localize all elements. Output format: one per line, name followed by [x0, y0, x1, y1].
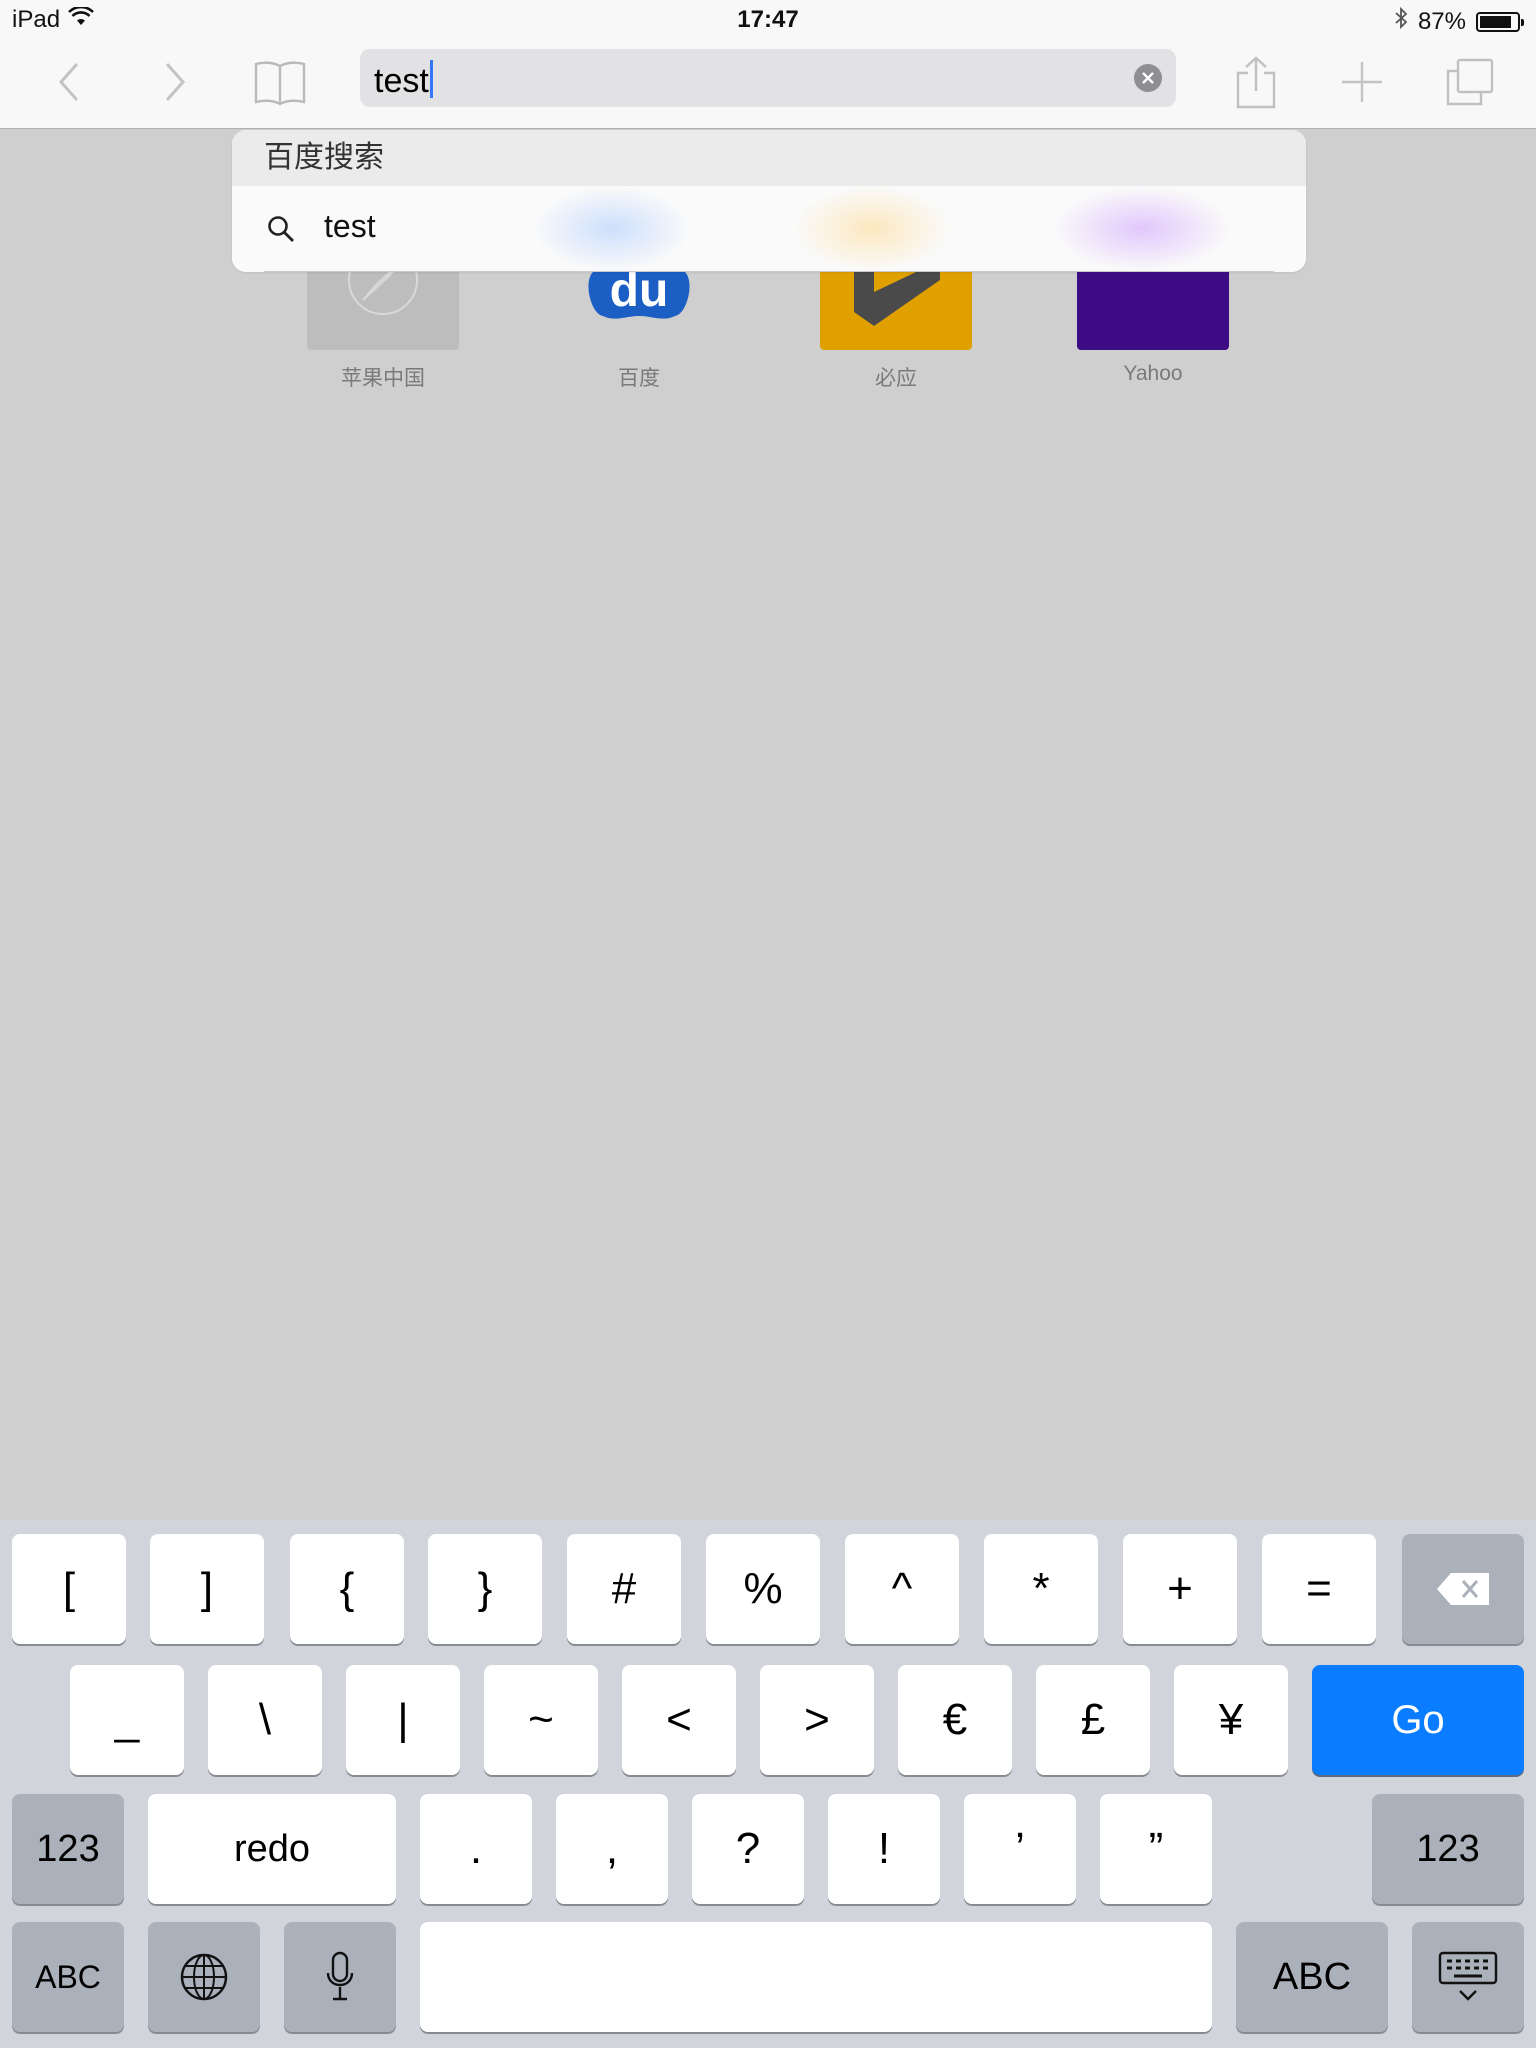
delete-key[interactable]	[1402, 1534, 1524, 1644]
globe-icon	[180, 1953, 228, 2001]
key-caret[interactable]: ^	[845, 1534, 959, 1644]
battery-icon	[1476, 11, 1524, 32]
search-suggestions: 百度搜索 test	[232, 130, 1306, 272]
key-yen[interactable]: ¥	[1174, 1665, 1288, 1775]
favorite-label: 必应	[875, 367, 917, 390]
key-pipe[interactable]: |	[346, 1665, 460, 1775]
redo-key[interactable]: redo	[148, 1794, 396, 1904]
favorite-label: 苹果中国	[341, 367, 425, 390]
numbers-key-right[interactable]: 123	[1372, 1794, 1524, 1904]
favorite-label: Yahoo	[1123, 362, 1183, 385]
bookmarks-icon	[254, 61, 306, 106]
back-button[interactable]	[38, 50, 102, 114]
key-asterisk[interactable]: *	[984, 1534, 1098, 1644]
status-bar: iPad 17:47 87%	[0, 0, 1536, 40]
new-tab-icon	[1342, 62, 1382, 102]
suggestion-item[interactable]: test	[232, 186, 1306, 272]
key-plus[interactable]: +	[1123, 1534, 1237, 1644]
key-period[interactable]: .	[420, 1794, 532, 1904]
suggestions-header: 百度搜索	[232, 130, 1306, 186]
abc-key-left[interactable]: ABC	[12, 1922, 124, 2032]
keyboard-dismiss-icon	[1438, 1951, 1498, 2001]
key-backslash[interactable]: \	[208, 1665, 322, 1775]
suggestion-text: test	[324, 208, 376, 244]
key-underscore[interactable]: _	[70, 1665, 184, 1775]
tabs-button[interactable]	[1438, 50, 1502, 114]
clear-icon	[1142, 72, 1154, 84]
key-comma[interactable]: ,	[556, 1794, 668, 1904]
key-hash[interactable]: #	[567, 1534, 681, 1644]
key-pound[interactable]: £	[1036, 1665, 1150, 1775]
key-percent[interactable]: %	[706, 1534, 820, 1644]
forward-button[interactable]	[142, 50, 206, 114]
keyboard: [ ] { } # % ^ * + = _ \ | ~ < > € £ ¥ Go…	[0, 1520, 1536, 2048]
key-quote[interactable]: ”	[1100, 1794, 1212, 1904]
dictation-key[interactable]	[284, 1922, 396, 2032]
battery-percent: 87%	[1417, 7, 1466, 35]
new-tab-button[interactable]	[1330, 50, 1394, 114]
go-key[interactable]: Go	[1312, 1665, 1524, 1775]
share-button[interactable]	[1224, 50, 1288, 114]
key-close-brace[interactable]: }	[428, 1534, 542, 1644]
globe-key[interactable]	[148, 1922, 260, 2032]
backspace-icon	[1437, 1573, 1489, 1605]
key-tilde[interactable]: ~	[484, 1665, 598, 1775]
status-time: 17:47	[737, 6, 799, 33]
abc-key-right[interactable]: ABC	[1236, 1922, 1388, 2032]
back-icon	[58, 63, 79, 101]
forward-icon	[165, 63, 186, 101]
hide-keyboard-key[interactable]	[1412, 1922, 1524, 2032]
key-open-bracket[interactable]: [	[12, 1534, 126, 1644]
clear-text-button[interactable]	[1134, 64, 1162, 92]
key-question[interactable]: ?	[692, 1794, 804, 1904]
text-cursor	[429, 60, 433, 98]
space-bar[interactable]	[420, 1922, 1212, 2032]
key-equals[interactable]: =	[1262, 1534, 1376, 1644]
tabs-icon	[1446, 58, 1494, 106]
key-apostrophe[interactable]: ’	[964, 1794, 1076, 1904]
key-exclamation[interactable]: !	[828, 1794, 940, 1904]
favorite-label: 百度	[618, 367, 660, 390]
url-text[interactable]: test	[374, 60, 433, 101]
key-euro[interactable]: €	[898, 1665, 1012, 1775]
browser-toolbar: test	[0, 40, 1536, 129]
microphone-icon	[326, 1951, 354, 2001]
address-bar[interactable]: test	[360, 49, 1176, 107]
key-open-brace[interactable]: {	[290, 1534, 404, 1644]
bluetooth-icon	[1394, 6, 1408, 37]
share-icon	[1236, 56, 1276, 109]
numbers-key-left[interactable]: 123	[12, 1794, 124, 1904]
key-less-than[interactable]: <	[622, 1665, 736, 1775]
status-right: 87%	[1394, 6, 1524, 37]
bookmarks-button[interactable]	[248, 50, 312, 114]
key-close-bracket[interactable]: ]	[150, 1534, 264, 1644]
key-greater-than[interactable]: >	[760, 1665, 874, 1775]
search-icon	[268, 216, 294, 242]
